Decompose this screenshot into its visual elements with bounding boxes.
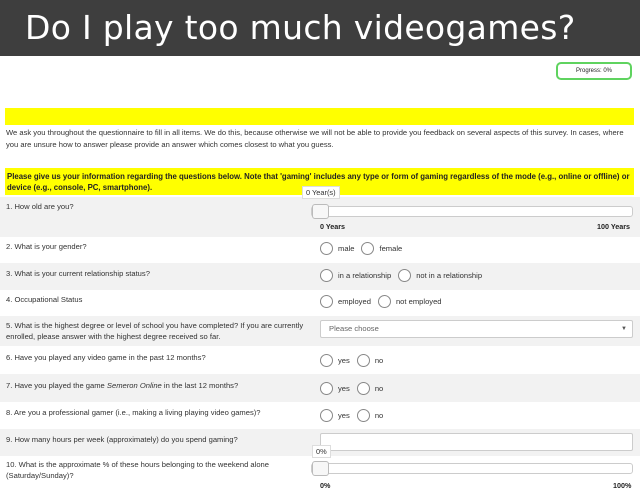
radio-circle[interactable] <box>356 354 370 367</box>
page-banner: Do I play too much videogames? <box>0 0 640 56</box>
question-label: 3. What is your current relationship sta… <box>6 269 150 278</box>
radio-label: yes <box>338 411 350 420</box>
radio-pro-no[interactable]: no <box>356 409 384 422</box>
question-label: 1. How old are you? <box>6 202 74 211</box>
radio-circle[interactable] <box>320 242 333 255</box>
question-label: 2. What is your gender? <box>6 242 87 251</box>
radio-circle[interactable] <box>320 269 333 282</box>
radio-circle[interactable] <box>356 409 370 422</box>
highlight-bar <box>5 108 634 125</box>
radio-circle[interactable] <box>320 354 333 367</box>
radio-label: not employed <box>395 297 442 306</box>
radio-label: employed <box>338 297 371 306</box>
radio-not-employed[interactable]: not employed <box>377 295 442 308</box>
radio-circle[interactable] <box>320 409 333 422</box>
radio-in-relationship[interactable]: in a relationship <box>320 269 391 282</box>
question-row-occupation: 4. Occupational Status employed not empl… <box>0 290 640 316</box>
age-slider-track[interactable] <box>311 206 633 217</box>
radio-circle[interactable] <box>320 295 333 308</box>
progress-indicator: Progress: 0% <box>556 62 632 80</box>
radio-not-in-relationship[interactable]: not in a relationship <box>398 269 482 282</box>
question-row-pro: 8. Are you a professional gamer (i.e., m… <box>0 402 640 429</box>
radio-semeron-no[interactable]: no <box>356 382 384 395</box>
radio-played-yes[interactable]: yes <box>320 354 350 367</box>
radio-label: female <box>379 244 403 253</box>
radio-label: not in a relationship <box>416 271 483 280</box>
radio-female[interactable]: female <box>361 242 402 255</box>
radio-circle[interactable] <box>356 382 370 395</box>
age-slider-min-label: 0 Years <box>320 222 346 231</box>
question-label: 6. Have you played any video game in the… <box>6 353 206 362</box>
select-value: Please choose <box>329 324 379 333</box>
radio-circle[interactable] <box>398 269 412 282</box>
radio-circle[interactable] <box>361 242 375 255</box>
radio-circle[interactable] <box>377 295 391 308</box>
question-label: 7. Have you played the game Semeron Onli… <box>6 380 238 391</box>
question-row-semeron: 7. Have you played the game Semeron Onli… <box>0 374 640 402</box>
question-label: 9. How many hours per week (approximatel… <box>6 435 238 444</box>
occupation-radio-group: employed not employed <box>320 295 449 308</box>
gender-radio-group: male female <box>320 242 409 255</box>
age-slider-handle[interactable] <box>312 204 329 219</box>
radio-employed[interactable]: employed <box>320 295 371 308</box>
label-part: in the last 12 months? <box>161 381 239 390</box>
radio-semeron-yes[interactable]: yes <box>320 382 350 395</box>
radio-played-no[interactable]: no <box>356 354 384 367</box>
pro-radio-group: yes no <box>320 409 390 422</box>
semeron-radio-group: yes no <box>320 382 390 395</box>
education-select[interactable]: Please choose ▼ <box>320 320 633 338</box>
question-row-played: 6. Have you played any video game in the… <box>0 346 640 374</box>
radio-label: no <box>374 384 384 393</box>
question-row-gender: 2. What is your gender? male female <box>0 237 640 263</box>
weekend-slider-max-label: 100% <box>613 481 632 490</box>
question-label: 10. What is the approximate % of these h… <box>6 460 269 480</box>
radio-label: yes <box>338 384 350 393</box>
intro-text: We ask you throughout the questionnaire … <box>6 128 624 149</box>
radio-label: in a relationship <box>338 271 392 280</box>
question-label: 5. What is the highest degree or level o… <box>6 321 304 341</box>
weekend-slider-tooltip: 0% <box>312 445 331 458</box>
radio-male[interactable]: male <box>320 242 354 255</box>
weekend-slider-min-label: 0% <box>320 481 331 490</box>
relationship-radio-group: in a relationship not in a relationship <box>320 269 489 282</box>
radio-pro-yes[interactable]: yes <box>320 409 350 422</box>
game-name: Semeron Online <box>106 381 162 390</box>
chevron-down-icon: ▼ <box>621 326 627 332</box>
radio-circle[interactable] <box>320 382 333 395</box>
radio-label: male <box>338 244 355 253</box>
question-row-relationship: 3. What is your current relationship sta… <box>0 263 640 290</box>
question-label: 8. Are you a professional gamer (i.e., m… <box>6 408 261 417</box>
played-radio-group: yes no <box>320 354 390 367</box>
weekend-slider-track[interactable] <box>311 463 633 474</box>
radio-label: yes <box>338 356 350 365</box>
age-slider-tooltip: 0 Year(s) <box>302 186 340 199</box>
label-part: 7. Have you played the game <box>6 381 107 390</box>
question-label: 4. Occupational Status <box>6 295 83 304</box>
weekend-slider-handle[interactable] <box>312 461 329 476</box>
radio-label: no <box>374 411 384 420</box>
radio-label: no <box>374 356 384 365</box>
hours-input[interactable] <box>320 433 633 451</box>
age-slider-max-label: 100 Years <box>597 222 631 231</box>
